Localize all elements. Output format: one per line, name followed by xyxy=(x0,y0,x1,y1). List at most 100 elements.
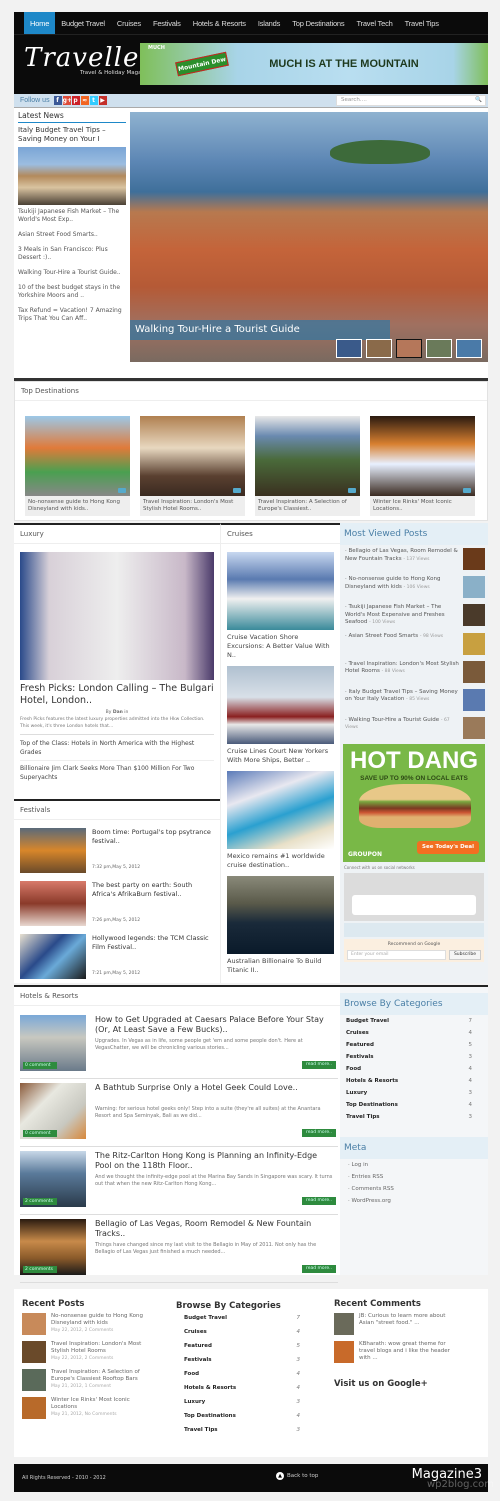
google-plus-heading[interactable]: Visit us on Google+ xyxy=(334,1379,474,1389)
most-viewed-item[interactable]: · Bellagio of Las Vegas, Room Remodel & … xyxy=(340,545,488,573)
footer-category-item[interactable]: Festivals 3 xyxy=(176,1353,300,1367)
footer-category-item[interactable]: Featured 5 xyxy=(176,1339,300,1353)
most-viewed-item[interactable]: · Walking Tour-Hire a Tourist Guide - 67… xyxy=(340,714,488,742)
most-viewed-item[interactable]: · Travel Inspiration: London's Most Styl… xyxy=(340,658,488,686)
cruise-image[interactable] xyxy=(227,552,334,630)
category-item[interactable]: Luxury 3 xyxy=(340,1087,488,1099)
most-viewed-item[interactable]: · Italy Budget Travel Tips – Saving Mone… xyxy=(340,686,488,714)
most-viewed-item[interactable]: · Tsukiji Japanese Fish Market – The Wor… xyxy=(340,601,488,630)
latest-news-item[interactable]: 3 Meals in San Francisco: Plus Dessert :… xyxy=(18,246,126,262)
subscribe-button[interactable]: Subscribe xyxy=(449,949,481,960)
social-widget-frame[interactable] xyxy=(352,894,476,915)
destination-card[interactable]: Travel Inspiration: London's Most Stylis… xyxy=(140,416,245,516)
nav-budget-travel[interactable]: Budget Travel xyxy=(55,12,111,34)
hotel-title[interactable]: The Ritz-Carlton Hong Kong is Planning a… xyxy=(95,1151,335,1171)
facebook-icon[interactable]: f xyxy=(53,96,62,105)
latest-news-item[interactable]: 10 of the best budget stays in the Yorks… xyxy=(18,284,126,300)
category-item[interactable]: Festivals 3 xyxy=(340,1051,488,1063)
luxury-headline[interactable]: Fresh Picks: London Calling – The Bulgar… xyxy=(20,683,214,707)
luxury-link[interactable]: Top of the Class: Hotels in North Americ… xyxy=(20,739,214,761)
hotel-title[interactable]: A Bathtub Surprise Only a Hotel Geek Cou… xyxy=(95,1083,335,1093)
nav-home[interactable]: Home xyxy=(24,12,56,34)
cruise-image[interactable] xyxy=(227,771,334,849)
site-logo[interactable]: Traveller Travel & Holiday Magazine xyxy=(24,43,153,76)
category-item[interactable]: Food 4 xyxy=(340,1063,488,1075)
recommend-google-label[interactable]: Recommend on Google xyxy=(347,941,481,948)
category-item[interactable]: Travel Tips 3 xyxy=(340,1111,488,1123)
recent-post[interactable]: No-nonsense guide to Hong Kong Disneylan… xyxy=(22,1313,162,1335)
recent-post[interactable]: Travel Inspiration: A Selection of Europ… xyxy=(22,1369,162,1391)
email-input[interactable]: Enter your email xyxy=(347,949,446,960)
hotel-title[interactable]: Bellagio of Las Vegas, Room Remodel & Ne… xyxy=(95,1219,335,1239)
category-item[interactable]: Top Destinations 4 xyxy=(340,1099,488,1111)
recent-comment[interactable]: JB: Curious to learn more about Asian "s… xyxy=(334,1313,474,1335)
back-to-top-link[interactable]: ▲ Back to top xyxy=(276,1472,318,1480)
destination-card[interactable]: Winter Ice Rinks' Most Iconic Locations.… xyxy=(370,416,475,516)
cruise-image[interactable] xyxy=(227,666,334,744)
read-more-button[interactable]: read more.. xyxy=(302,1129,336,1137)
luxury-link[interactable]: Billionaire Jim Clark Seeks More Than $1… xyxy=(20,764,214,782)
nav-top-destinations[interactable]: Top Destinations xyxy=(286,12,350,34)
recent-comment[interactable]: KBharath: wow great theme for travel blo… xyxy=(334,1341,474,1363)
destination-card[interactable]: Travel Inspiration: A Selection of Europ… xyxy=(255,416,360,516)
cruise-item[interactable]: Cruise Lines Court New Yorkers With More… xyxy=(227,747,334,765)
footer-category-item[interactable]: Luxury 3 xyxy=(176,1395,300,1409)
youtube-icon[interactable]: ▶ xyxy=(98,96,107,105)
footer-category-item[interactable]: Budget Travel 7 xyxy=(176,1311,300,1325)
comment-count[interactable]: 0 comment xyxy=(23,1130,57,1137)
latest-news-item[interactable]: Tax Refund = Vacation! 7 Amazing Trips T… xyxy=(18,307,126,323)
most-viewed-item[interactable]: · Asian Street Food Smarts - 98 Views xyxy=(340,630,488,658)
luxury-image[interactable] xyxy=(20,552,214,680)
recent-post[interactable]: Travel Inspiration: London's Most Stylis… xyxy=(22,1341,162,1363)
header-ad-banner[interactable]: MUCH Mountain Dew MUCH IS AT THE MOUNTAI… xyxy=(140,43,488,85)
comment-count[interactable]: 2 comments xyxy=(23,1198,57,1205)
slider-thumb[interactable] xyxy=(336,339,362,358)
festival-item[interactable]: Boom time: Portugal's top psytrance fest… xyxy=(14,828,220,881)
cruise-item[interactable]: Mexico remains #1 worldwide cruise desti… xyxy=(227,852,334,870)
cruise-item[interactable]: Australian Billionaire To Build Titanic … xyxy=(227,957,334,975)
nav-travel-tech[interactable]: Travel Tech xyxy=(350,12,398,34)
search-icon[interactable]: 🔍 xyxy=(475,96,482,105)
slider-thumb[interactable] xyxy=(366,339,392,358)
footer-category-item[interactable]: Travel Tips 3 xyxy=(176,1423,300,1437)
google-plus-icon[interactable]: g+ xyxy=(62,96,72,105)
latest-news-item[interactable]: Tsukiji Japanese Fish Market – The World… xyxy=(18,208,126,224)
footer-category-item[interactable]: Hotels & Resorts 4 xyxy=(176,1381,300,1395)
meta-entries-rss-link[interactable]: · Entries RSS xyxy=(340,1171,488,1183)
rss-icon[interactable]: ≈ xyxy=(80,96,89,105)
slider-thumb[interactable] xyxy=(456,339,482,358)
slider-caption[interactable]: Walking Tour-Hire a Tourist Guide xyxy=(130,320,390,340)
nav-festivals[interactable]: Festivals xyxy=(147,12,187,34)
read-more-button[interactable]: read more.. xyxy=(302,1197,336,1205)
most-viewed-item[interactable]: · No-nonsense guide to Hong Kong Disneyl… xyxy=(340,573,488,601)
cruise-item[interactable]: Cruise Vacation Shore Excursions: A Bett… xyxy=(227,633,334,660)
hotel-title[interactable]: How to Get Upgraded at Caesars Palace Be… xyxy=(95,1015,335,1035)
nav-islands[interactable]: Islands xyxy=(252,12,286,34)
nav-travel-tips[interactable]: Travel Tips xyxy=(399,12,445,34)
recent-post[interactable]: Winter Ice Rinks' Most Iconic Locations M… xyxy=(22,1397,162,1419)
footer-category-item[interactable]: Food 4 xyxy=(176,1367,300,1381)
slider-thumb[interactable] xyxy=(426,339,452,358)
cruise-image[interactable] xyxy=(227,876,334,954)
latest-news-item[interactable]: Walking Tour-Hire a Tourist Guide.. xyxy=(18,269,126,277)
meta-login-link[interactable]: · Log in xyxy=(340,1159,488,1171)
ad-cta-button[interactable]: See Today's Deal xyxy=(417,840,479,854)
category-item[interactable]: Hotels & Resorts 4 xyxy=(340,1075,488,1087)
pinterest-icon[interactable]: p xyxy=(71,96,80,105)
nav-hotels-resorts[interactable]: Hotels & Resorts xyxy=(187,12,252,34)
nav-cruises[interactable]: Cruises xyxy=(111,12,147,34)
category-item[interactable]: Budget Travel 7 xyxy=(340,1015,488,1027)
twitter-icon[interactable]: t xyxy=(89,96,98,105)
read-more-button[interactable]: read more.. xyxy=(302,1265,336,1273)
meta-wordpress-link[interactable]: · WordPress.org xyxy=(340,1195,488,1207)
latest-news-featured-image[interactable] xyxy=(18,147,126,205)
category-item[interactable]: Featured 5 xyxy=(340,1039,488,1051)
read-more-button[interactable]: read more.. xyxy=(302,1061,336,1069)
latest-news-item[interactable]: Asian Street Food Smarts.. xyxy=(18,231,126,239)
latest-news-featured[interactable]: Italy Budget Travel Tips – Saving Money … xyxy=(18,126,126,144)
author-link[interactable]: Dan xyxy=(113,710,123,715)
destination-card[interactable]: No-nonsense guide to Hong Kong Disneylan… xyxy=(25,416,130,516)
comment-count[interactable]: 2 comments xyxy=(23,1266,57,1273)
festival-item[interactable]: Hollywood legends: the TCM Classic Film … xyxy=(14,934,220,987)
category-item[interactable]: Cruises 4 xyxy=(340,1027,488,1039)
